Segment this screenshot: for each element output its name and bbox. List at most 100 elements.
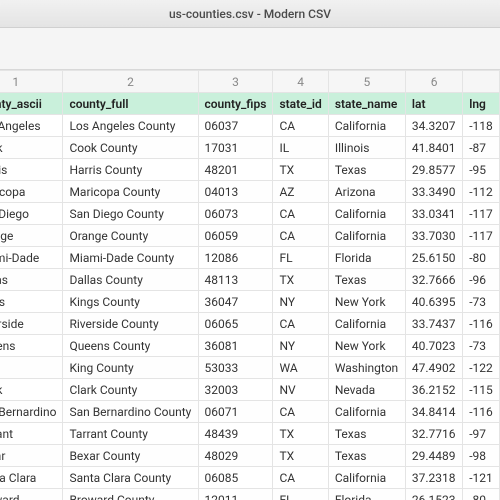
- cell-state_id[interactable]: CA: [273, 401, 328, 423]
- cell-lat[interactable]: 32.7666: [405, 269, 462, 291]
- cell-county_full[interactable]: Los Angeles County: [63, 115, 198, 137]
- cell-county_full[interactable]: Queens County: [63, 335, 198, 357]
- cell-lng[interactable]: -121: [463, 467, 500, 489]
- cell-county_ascii[interactable]: Miami-Dade: [0, 247, 63, 269]
- cell-state_name[interactable]: California: [328, 203, 405, 225]
- cell-state_name[interactable]: California: [328, 313, 405, 335]
- cell-state_id[interactable]: CA: [273, 313, 328, 335]
- cell-county_fips[interactable]: 53033: [198, 357, 273, 379]
- cell-state_name[interactable]: California: [328, 115, 405, 137]
- cell-state_id[interactable]: CA: [273, 467, 328, 489]
- col-number[interactable]: 2: [63, 71, 198, 93]
- cell-lng[interactable]: -80: [463, 247, 500, 269]
- cell-county_ascii[interactable]: Harris: [0, 159, 63, 181]
- header-cell-county-ascii[interactable]: county_ascii: [0, 93, 63, 115]
- cell-lng[interactable]: -118: [463, 115, 500, 137]
- cell-state_id[interactable]: TX: [273, 159, 328, 181]
- cell-state_id[interactable]: IL: [273, 137, 328, 159]
- cell-county_ascii[interactable]: Tarrant: [0, 423, 63, 445]
- cell-county_ascii[interactable]: Santa Clara: [0, 467, 63, 489]
- cell-state_id[interactable]: TX: [273, 445, 328, 467]
- cell-county_full[interactable]: Kings County: [63, 291, 198, 313]
- cell-county_ascii[interactable]: Dallas: [0, 269, 63, 291]
- cell-state_name[interactable]: New York: [328, 335, 405, 357]
- cell-county_fips[interactable]: 32003: [198, 379, 273, 401]
- cell-county_fips[interactable]: 06071: [198, 401, 273, 423]
- cell-lng[interactable]: -97: [463, 423, 500, 445]
- col-number[interactable]: 6: [405, 71, 462, 93]
- cell-county_ascii[interactable]: Broward: [0, 489, 63, 500]
- cell-county_full[interactable]: Santa Clara County: [63, 467, 198, 489]
- cell-state_id[interactable]: AZ: [273, 181, 328, 203]
- cell-state_name[interactable]: Washington: [328, 357, 405, 379]
- cell-state_id[interactable]: FL: [273, 489, 328, 500]
- cell-county_fips[interactable]: 04013: [198, 181, 273, 203]
- cell-county_full[interactable]: King County: [63, 357, 198, 379]
- cell-state_name[interactable]: Texas: [328, 445, 405, 467]
- header-cell-lng[interactable]: lng: [463, 93, 500, 115]
- cell-state_id[interactable]: CA: [273, 115, 328, 137]
- cell-state_id[interactable]: NY: [273, 291, 328, 313]
- cell-state_id[interactable]: NV: [273, 379, 328, 401]
- cell-state_name[interactable]: Texas: [328, 423, 405, 445]
- cell-lat[interactable]: 36.2152: [405, 379, 462, 401]
- cell-county_full[interactable]: Orange County: [63, 225, 198, 247]
- cell-state_id[interactable]: WA: [273, 357, 328, 379]
- cell-lat[interactable]: 37.2318: [405, 467, 462, 489]
- cell-lng[interactable]: -95: [463, 159, 500, 181]
- cell-county_full[interactable]: Maricopa County: [63, 181, 198, 203]
- cell-lat[interactable]: 34.8414: [405, 401, 462, 423]
- col-number[interactable]: [463, 71, 500, 93]
- cell-state_name[interactable]: Illinois: [328, 137, 405, 159]
- cell-county_fips[interactable]: 48439: [198, 423, 273, 445]
- cell-state_id[interactable]: FL: [273, 247, 328, 269]
- cell-lng[interactable]: -122: [463, 357, 500, 379]
- header-cell-lat[interactable]: lat: [405, 93, 462, 115]
- cell-county_ascii[interactable]: Bexar: [0, 445, 63, 467]
- cell-state_name[interactable]: Arizona: [328, 181, 405, 203]
- cell-county_fips[interactable]: 48029: [198, 445, 273, 467]
- cell-lat[interactable]: 40.6395: [405, 291, 462, 313]
- cell-lng[interactable]: -116: [463, 401, 500, 423]
- col-number[interactable]: 5: [328, 71, 405, 93]
- cell-county_fips[interactable]: 48113: [198, 269, 273, 291]
- cell-lng[interactable]: -115: [463, 379, 500, 401]
- cell-state_name[interactable]: Nevada: [328, 379, 405, 401]
- cell-county_full[interactable]: Harris County: [63, 159, 198, 181]
- cell-state_name[interactable]: Texas: [328, 269, 405, 291]
- cell-county_ascii[interactable]: Clark: [0, 379, 63, 401]
- cell-county_ascii[interactable]: Los Angeles: [0, 115, 63, 137]
- cell-county_ascii[interactable]: Riverside: [0, 313, 63, 335]
- cell-lng[interactable]: -116: [463, 313, 500, 335]
- header-cell-county-full[interactable]: county_full: [63, 93, 198, 115]
- cell-lng[interactable]: -96: [463, 269, 500, 291]
- cell-lng[interactable]: -87: [463, 137, 500, 159]
- cell-county_full[interactable]: San Diego County: [63, 203, 198, 225]
- cell-lng[interactable]: -73: [463, 335, 500, 357]
- cell-county_full[interactable]: Tarrant County: [63, 423, 198, 445]
- cell-lat[interactable]: 29.8577: [405, 159, 462, 181]
- cell-state_name[interactable]: California: [328, 401, 405, 423]
- header-cell-county-fips[interactable]: county_fips: [198, 93, 273, 115]
- cell-state_id[interactable]: TX: [273, 269, 328, 291]
- cell-lat[interactable]: 33.0341: [405, 203, 462, 225]
- cell-state_name[interactable]: California: [328, 467, 405, 489]
- cell-county_full[interactable]: Clark County: [63, 379, 198, 401]
- cell-lat[interactable]: 33.3490: [405, 181, 462, 203]
- cell-lat[interactable]: 40.7023: [405, 335, 462, 357]
- window-titlebar[interactable]: us-counties.csv - Modern CSV: [0, 0, 500, 28]
- cell-lat[interactable]: 29.4489: [405, 445, 462, 467]
- cell-state_id[interactable]: CA: [273, 203, 328, 225]
- cell-lat[interactable]: 33.7437: [405, 313, 462, 335]
- cell-state_id[interactable]: CA: [273, 225, 328, 247]
- cell-county_ascii[interactable]: Queens: [0, 335, 63, 357]
- cell-county_fips[interactable]: 06065: [198, 313, 273, 335]
- cell-lat[interactable]: 25.6150: [405, 247, 462, 269]
- cell-county_fips[interactable]: 06085: [198, 467, 273, 489]
- cell-state_id[interactable]: TX: [273, 423, 328, 445]
- cell-county_ascii[interactable]: King: [0, 357, 63, 379]
- cell-lng[interactable]: -73: [463, 291, 500, 313]
- cell-county_full[interactable]: Cook County: [63, 137, 198, 159]
- cell-county_full[interactable]: Miami-Dade County: [63, 247, 198, 269]
- cell-county_fips[interactable]: 12011: [198, 489, 273, 500]
